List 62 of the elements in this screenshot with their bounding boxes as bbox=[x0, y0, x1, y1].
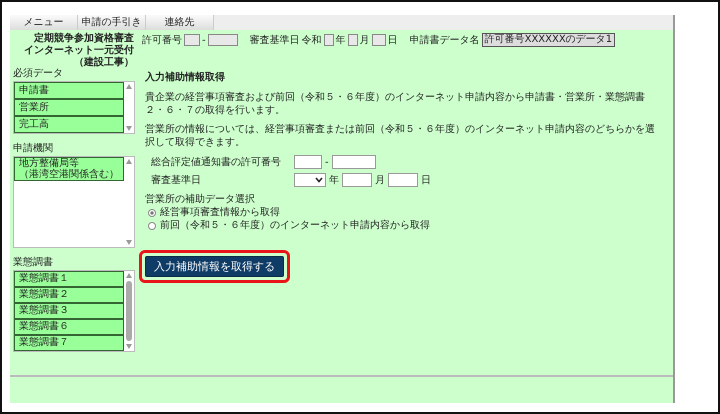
list-item[interactable]: 営業所 bbox=[14, 99, 124, 116]
system-title: インターネット一元受付 bbox=[24, 45, 134, 56]
list-title: 必須データ bbox=[13, 67, 64, 81]
radio-button[interactable] bbox=[148, 222, 156, 230]
input-field[interactable] bbox=[324, 34, 334, 46]
field-label: 許可番号 bbox=[142, 34, 182, 46]
list-item[interactable]: 完工高 bbox=[14, 116, 124, 133]
era-select[interactable] bbox=[294, 173, 326, 187]
menu-tab[interactable]: メニュー bbox=[10, 15, 78, 30]
scrollbar[interactable] bbox=[124, 271, 134, 351]
input-field[interactable] bbox=[388, 173, 418, 187]
system-title: （建設工事） bbox=[74, 57, 134, 69]
era-label: 令和 bbox=[302, 34, 322, 46]
input-field[interactable] bbox=[332, 155, 376, 169]
unit-label: 年 bbox=[336, 34, 346, 46]
input-field[interactable] bbox=[342, 173, 372, 187]
scrollbar[interactable] bbox=[124, 157, 134, 247]
description-text: 営業所の情報については、経営事項審査または前回（令和５・６年度）のインターネット申請内容のどちらかを選択して取得できます。 bbox=[145, 123, 656, 149]
list-title: 申請機関 bbox=[13, 142, 54, 156]
unit-label: 年 bbox=[329, 174, 339, 186]
input-field[interactable] bbox=[184, 34, 200, 46]
field-label: 営業所の補助データ選択 bbox=[145, 193, 255, 206]
input-field[interactable] bbox=[208, 34, 238, 46]
description-text: 貴企業の経営事項審査および前回（令和５・６年度）のインターネット申請内容から申請書・営業所・業態調書２・６・７の取得を行います。 bbox=[145, 91, 646, 117]
menu-tab[interactable]: 申請の手引き bbox=[78, 15, 146, 30]
field-label: 審査基準日 bbox=[150, 174, 202, 187]
field-label: 申請書データ名 bbox=[410, 34, 480, 46]
system-title: 定期競争参加資格審査 bbox=[34, 33, 134, 44]
list-item[interactable]: 業態調書１ bbox=[14, 271, 124, 287]
input-field[interactable] bbox=[372, 34, 386, 46]
list-item[interactable]: 業態調書２ bbox=[14, 287, 124, 303]
radio-button[interactable] bbox=[148, 208, 156, 216]
unit-label: 日 bbox=[421, 174, 431, 186]
unit-label: 月 bbox=[360, 34, 370, 46]
separator: - bbox=[325, 156, 329, 168]
field-label: 審査基準日 bbox=[250, 34, 300, 46]
scrollbar[interactable] bbox=[124, 82, 134, 133]
data-name-field[interactable]: 許可番号XXXXXXのデータ1 bbox=[482, 33, 616, 47]
list-item[interactable]: 地方整備局等 （港湾空港関係含む） bbox=[14, 157, 124, 181]
list-item[interactable]: 業態調書３ bbox=[14, 303, 124, 319]
caret-icon bbox=[315, 177, 323, 183]
section-heading: 入力補助情報取得 bbox=[145, 71, 225, 85]
list-item[interactable]: 業態調書６ bbox=[14, 319, 124, 335]
unit-label: 日 bbox=[388, 34, 398, 46]
list-item[interactable]: 業態調書７ bbox=[14, 335, 124, 351]
unit-label: 月 bbox=[375, 174, 385, 186]
scroll-up-icon[interactable] bbox=[126, 273, 132, 278]
scroll-down-icon[interactable] bbox=[126, 344, 132, 349]
field-label: 総合評定値通知書の許可番号 bbox=[150, 156, 282, 169]
menu-tab[interactable]: 連絡先 bbox=[146, 15, 214, 30]
scroll-down-icon[interactable] bbox=[126, 126, 132, 131]
separator: - bbox=[202, 34, 206, 46]
scroll-down-icon[interactable] bbox=[126, 240, 132, 245]
input-field[interactable] bbox=[348, 34, 358, 46]
radio-label: 経営事項審査情報から取得 bbox=[160, 206, 280, 219]
scroll-up-icon[interactable] bbox=[126, 84, 132, 89]
list-title: 業態調書 bbox=[13, 256, 54, 270]
radio-label: 前回（令和５・６年度）のインターネット申請内容から取得 bbox=[160, 219, 430, 232]
list-item[interactable]: 申請書 bbox=[14, 82, 124, 99]
fetch-button[interactable]: 入力補助情報を取得する bbox=[145, 256, 284, 277]
scroll-up-icon[interactable] bbox=[126, 159, 132, 164]
input-field[interactable] bbox=[294, 155, 322, 169]
